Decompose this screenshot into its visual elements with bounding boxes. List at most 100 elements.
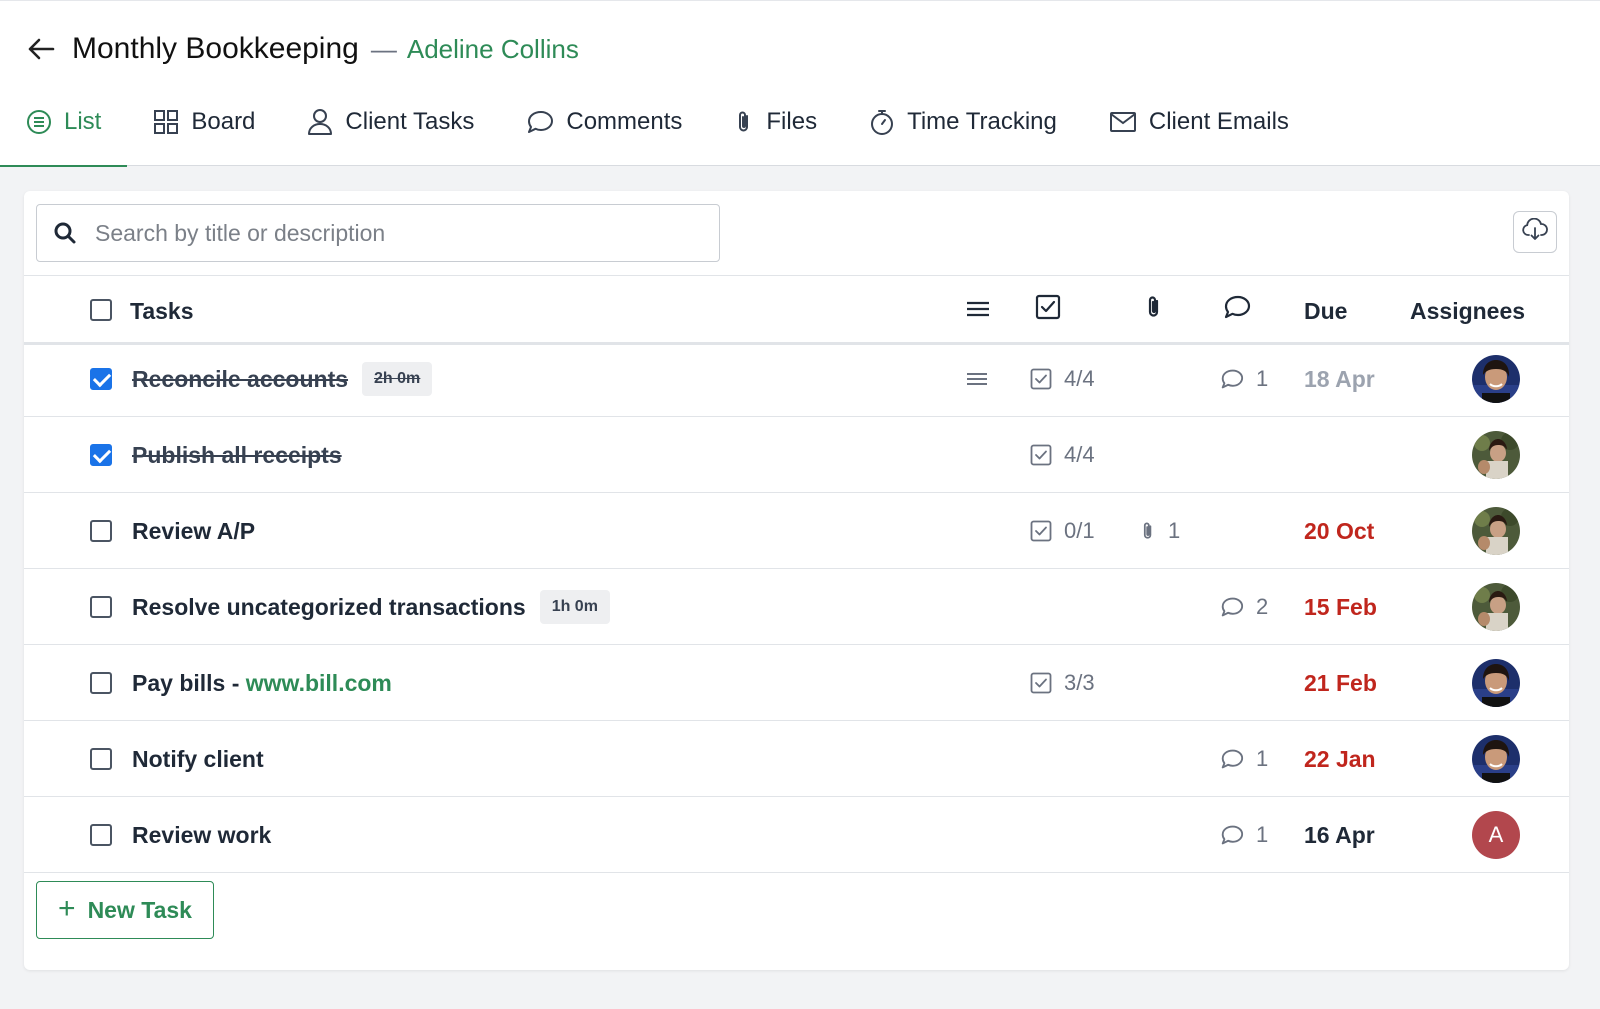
assignee-avatar[interactable]: [1472, 659, 1520, 707]
new-task-button[interactable]: + New Task: [36, 881, 214, 939]
description-icon: [966, 371, 988, 387]
assignee-photo-a: [1472, 355, 1520, 403]
tab-board[interactable]: Board: [127, 97, 281, 147]
description-indicator: [966, 341, 1000, 417]
client-name-link[interactable]: Adeline Collins: [407, 34, 579, 65]
assignee-photo-b: [1472, 583, 1520, 631]
tab-client-emails[interactable]: Client Emails: [1083, 97, 1315, 147]
task-title-text: Publish all receipts: [132, 441, 342, 468]
task-complete-checkbox[interactable]: [90, 368, 112, 390]
tab-files[interactable]: Files: [708, 97, 843, 147]
task-title[interactable]: Pay bills - www.bill.com: [132, 645, 392, 721]
attachment-value: 1: [1168, 518, 1181, 543]
cloud-download-icon: [1521, 217, 1549, 247]
table-row[interactable]: Resolve uncategorized transactions 1h 0m…: [24, 569, 1569, 645]
export-download-button[interactable]: [1513, 211, 1557, 253]
due-column-header: Due: [1304, 298, 1348, 324]
task-title-text: Review A/P: [132, 517, 256, 544]
comment-count: 1: [1220, 721, 1268, 797]
tab-label: Files: [766, 108, 818, 135]
checklist-count: 3/3: [1030, 645, 1095, 721]
table-row[interactable]: Publish all receipts 4/4: [24, 417, 1569, 493]
checklist-value: 4/4: [1064, 442, 1095, 467]
comment-count: 1: [1220, 797, 1268, 873]
envelope-icon: [1109, 111, 1137, 133]
table-row[interactable]: Notify client 1 22 Jan: [24, 721, 1569, 797]
comment-value: 1: [1256, 746, 1269, 771]
paperclip-icon: [1140, 520, 1156, 542]
stopwatch-icon: [869, 108, 895, 136]
task-complete-checkbox[interactable]: [90, 748, 112, 770]
tab-time-tracking[interactable]: Time Tracking: [843, 97, 1083, 147]
task-title[interactable]: Reconcile accounts 2h 0m: [132, 341, 433, 417]
list-icon: [26, 109, 52, 135]
checklist-value: 4/4: [1064, 366, 1095, 391]
task-complete-checkbox[interactable]: [90, 596, 112, 618]
task-title[interactable]: Publish all receipts: [132, 417, 342, 493]
assignee-photo-a: [1472, 735, 1520, 783]
table-row[interactable]: Review A/P 0/1 1 20 Oct: [24, 493, 1569, 569]
task-complete-checkbox[interactable]: [90, 444, 112, 466]
back-arrow-icon[interactable]: [26, 34, 56, 64]
tab-label: Time Tracking: [907, 108, 1057, 135]
checklist-icon: [1030, 520, 1052, 542]
comment-count: 2: [1220, 569, 1268, 645]
page-title: Monthly Bookkeeping: [72, 32, 359, 65]
checklist-icon: [1030, 672, 1052, 694]
tab-comments[interactable]: Comments: [500, 97, 708, 147]
assignee-avatar[interactable]: [1472, 735, 1520, 783]
title-row: Monthly Bookkeeping — Adeline Collins: [26, 29, 579, 69]
table-header: Tasks Due Assignees: [24, 275, 1569, 345]
assignee-avatar[interactable]: [1472, 583, 1520, 631]
select-all-checkbox[interactable]: [90, 299, 112, 321]
checklist-value: 0/1: [1064, 518, 1095, 543]
bill-website-link[interactable]: www.bill.com: [246, 670, 392, 697]
task-title[interactable]: Resolve uncategorized transactions 1h 0m: [132, 569, 610, 645]
due-date: 21 Feb: [1304, 669, 1377, 696]
tab-label: List: [64, 108, 102, 135]
checklist-column-icon: [1034, 293, 1062, 321]
checklist-count: 4/4: [1030, 341, 1095, 417]
checklist-value: 3/3: [1064, 670, 1095, 695]
description-column-icon: [964, 295, 992, 323]
assignee-photo-a: [1472, 659, 1520, 707]
due-date: 16 Apr: [1304, 821, 1375, 848]
assignee-avatar[interactable]: [1472, 355, 1520, 403]
task-complete-checkbox[interactable]: [90, 824, 112, 846]
task-title[interactable]: Review work: [132, 797, 271, 873]
task-title-text: Reconcile accounts: [132, 365, 349, 392]
assignee-photo-b: [1472, 507, 1520, 555]
task-title[interactable]: Review A/P: [132, 493, 255, 569]
assignee-avatar[interactable]: [1472, 507, 1520, 555]
comment-icon: [526, 109, 554, 135]
search-input[interactable]: [95, 219, 655, 247]
checklist-icon: [1030, 368, 1052, 390]
comment-value: 1: [1256, 822, 1269, 847]
comment-icon: [1220, 368, 1244, 390]
task-title-text: Resolve uncategorized transactions: [132, 593, 526, 620]
time-estimate-badge: 1h 0m: [539, 590, 610, 624]
time-estimate-badge: 2h 0m: [362, 362, 433, 396]
tab-label: Board: [191, 108, 256, 135]
comments-column-icon: [1222, 292, 1252, 322]
assignee-initial-avatar[interactable]: A: [1472, 811, 1520, 859]
tasks-column-header: Tasks: [130, 298, 194, 324]
task-title-text: Pay bills -: [132, 669, 246, 696]
due-date: 15 Feb: [1304, 593, 1377, 620]
tab-label: Client Tasks: [345, 108, 475, 135]
table-row[interactable]: Reconcile accounts 2h 0m 4/4 1 18 Apr: [24, 341, 1569, 417]
person-icon: [307, 108, 333, 136]
tab-bar: List Board Client Tasks Comments Files T…: [0, 97, 1315, 167]
attachment-count: 1: [1140, 493, 1180, 569]
table-row[interactable]: Pay bills - www.bill.com 3/3 21 Feb: [24, 645, 1569, 721]
task-complete-checkbox[interactable]: [90, 672, 112, 694]
task-title[interactable]: Notify client: [132, 721, 264, 797]
table-row[interactable]: Review work 1 16 Apr A: [24, 797, 1569, 873]
title-separator: —: [370, 33, 397, 64]
tab-list[interactable]: List: [0, 97, 128, 167]
assignee-avatar[interactable]: [1472, 431, 1520, 479]
tab-client-tasks[interactable]: Client Tasks: [281, 97, 500, 147]
assignee-photo-b: [1472, 431, 1520, 479]
comment-icon: [1220, 596, 1244, 618]
task-complete-checkbox[interactable]: [90, 520, 112, 542]
